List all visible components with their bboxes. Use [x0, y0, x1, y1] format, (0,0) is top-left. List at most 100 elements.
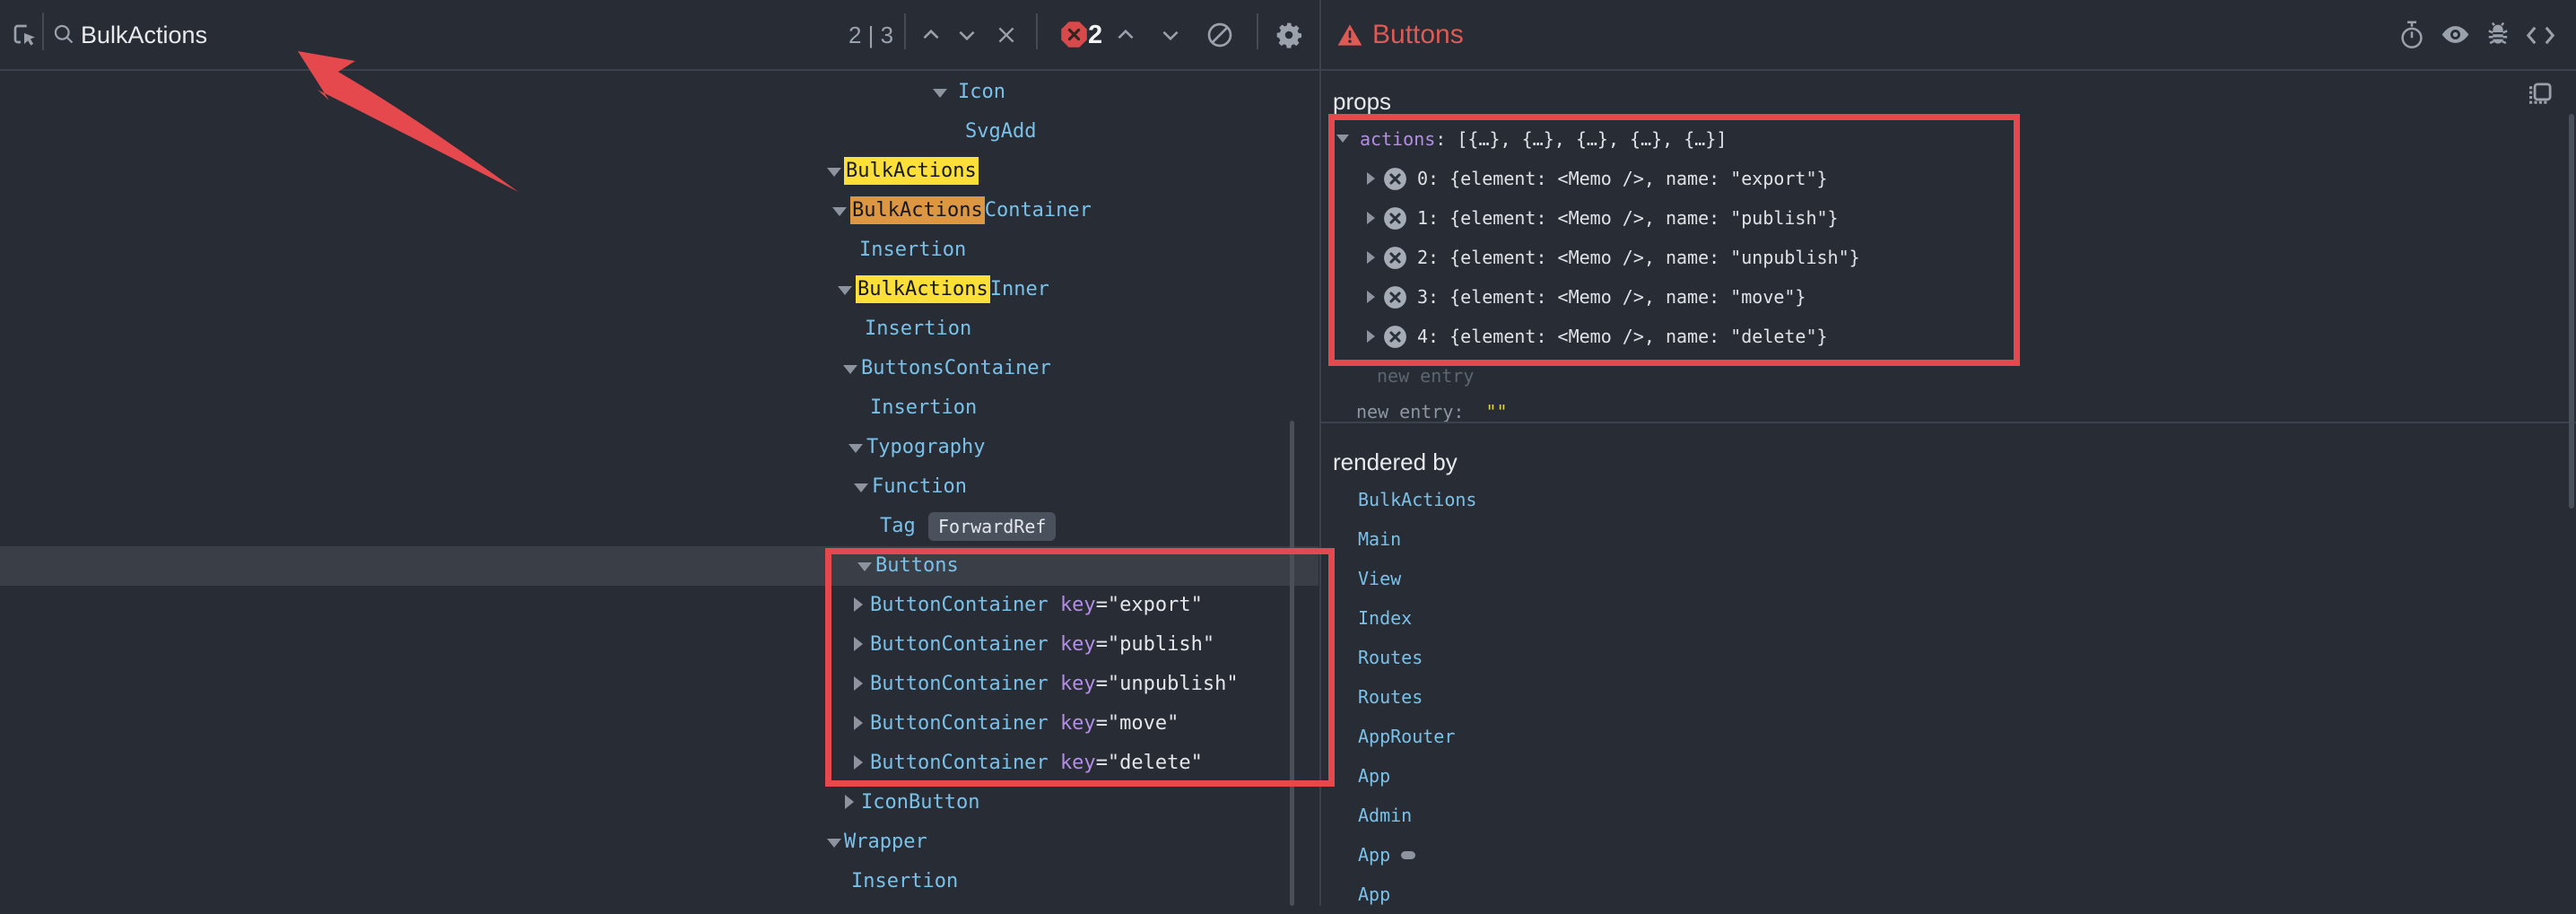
toolbar-divider [1257, 13, 1258, 49]
prop-item-value: 1: {element: <Memo />, name: "publish"} [1417, 198, 1839, 238]
rendered-by-item[interactable]: Index [0, 598, 1256, 638]
component-name[interactable]: Insertion [870, 388, 977, 428]
next-result-button[interactable] [953, 22, 980, 48]
prop-array-item[interactable]: 4: {element: <Memo />, name: "delete"} [1320, 317, 2576, 356]
tree-row[interactable]: Insertion [0, 309, 1318, 349]
previous-error-button[interactable] [1112, 22, 1139, 48]
rendered-by-item[interactable]: Main [0, 519, 1256, 559]
delete-entry-icon[interactable] [1383, 325, 1407, 349]
next-error-button[interactable] [1157, 22, 1184, 48]
component-name[interactable]: Insertion [865, 309, 971, 349]
component-name[interactable]: Typography [866, 428, 985, 467]
chevron-right-icon[interactable] [1367, 330, 1375, 343]
settings-button[interactable] [1274, 20, 1304, 50]
view-source-button[interactable] [2524, 23, 2556, 47]
clear-errors-button[interactable] [1205, 20, 1235, 50]
new-entry-ghost: new entry [1377, 356, 1474, 396]
prop-array-item[interactable]: 1: {element: <Memo />, name: "publish"} [1320, 198, 2576, 238]
component-name[interactable]: SvgAdd [965, 112, 1036, 152]
prop-entry: actions: [{…}, {…}, {…}, {…}, {…}] [1360, 119, 1727, 159]
prop-array-item[interactable]: 3: {element: <Memo />, name: "move"} [1320, 277, 2576, 317]
chevron-down-icon[interactable] [832, 207, 847, 216]
component-name[interactable]: BulkActionsInner [856, 270, 1049, 309]
prop-preview: : [{…}, {…}, {…}, {…}, {…}] [1435, 128, 1727, 150]
delete-entry-icon[interactable] [1383, 246, 1407, 270]
delete-entry-icon[interactable] [1383, 167, 1407, 191]
rendered-by-item[interactable]: Admin [0, 796, 1256, 835]
chevron-right-icon[interactable] [1367, 172, 1375, 185]
prop-array-item[interactable]: 2: {element: <Memo />, name: "unpublish"… [1320, 238, 2576, 277]
new-entry-row[interactable]: new entry: "" [1320, 392, 2576, 431]
details-scrollbar[interactable] [2569, 114, 2574, 509]
toolbar: BulkActions 2 | 3 2 Butt [0, 0, 2576, 70]
owner-link[interactable]: App [1358, 875, 1390, 914]
owner-link[interactable]: Routes [1358, 677, 1423, 717]
previous-result-button[interactable] [918, 22, 944, 48]
component-name[interactable]: ButtonsContainer [861, 349, 1051, 388]
chevron-down-icon[interactable] [849, 444, 863, 453]
tree-row[interactable]: Insertion [0, 231, 1318, 270]
component-name[interactable]: BulkActions [844, 152, 979, 191]
chevron-right-icon[interactable] [1367, 291, 1375, 303]
tree-row[interactable]: BulkActionsInner [0, 270, 1318, 309]
new-entry-value[interactable]: "" [1486, 401, 1508, 422]
rendered-by-item[interactable]: View [0, 559, 1256, 598]
component-name[interactable]: Insertion [859, 231, 966, 270]
component-name[interactable]: BulkActionsContainer [850, 191, 1092, 231]
chevron-down-icon[interactable] [843, 365, 857, 374]
log-component-data-button[interactable] [2483, 18, 2513, 50]
prop-array-item[interactable]: 0: {element: <Memo />, name: "export"} [1320, 159, 2576, 198]
chevron-down-icon[interactable] [1336, 135, 1349, 143]
inspect-element-button[interactable] [9, 20, 39, 50]
rendered-by-item[interactable]: BulkActions [0, 480, 1256, 519]
tree-row[interactable]: Typography [0, 428, 1318, 467]
chevron-down-icon[interactable] [827, 168, 841, 177]
tree-row[interactable]: ButtonsContainer [0, 349, 1318, 388]
rendered-by-item[interactable]: App [0, 875, 1256, 914]
tree-row[interactable]: BulkActionsContainer [0, 191, 1318, 231]
tree-row[interactable]: BulkActions [0, 152, 1318, 191]
new-entry-field[interactable]: new entry: "" [1356, 392, 1508, 431]
rendered-by-item[interactable]: Routes [0, 638, 1256, 677]
owner-link[interactable]: App [1358, 756, 1390, 796]
error-count: 2 [1088, 0, 1102, 70]
owner-link[interactable]: App [1358, 835, 1390, 875]
owner-link[interactable]: View [1358, 559, 1401, 598]
error-octagon-icon [1060, 21, 1088, 48]
error-badge [1059, 20, 1088, 48]
owner-link[interactable]: Index [1358, 598, 1412, 638]
component-name[interactable]: Icon [958, 73, 1005, 112]
rendered-by-item[interactable]: AppRouter [0, 717, 1256, 756]
rendered-by-item[interactable]: Routes [0, 677, 1256, 717]
delete-entry-icon[interactable] [1383, 206, 1407, 231]
clear-search-button[interactable] [993, 22, 1020, 48]
chevron-down-icon[interactable] [838, 286, 852, 295]
rendered-by-item[interactable]: App [0, 835, 1256, 875]
prop-item-value: 3: {element: <Memo />, name: "move"} [1417, 277, 1806, 317]
search-input[interactable]: BulkActions [81, 0, 207, 70]
tree-row[interactable]: SvgAdd [0, 112, 1318, 152]
owner-link[interactable]: BulkActions [1358, 480, 1476, 519]
inspect-dom-button[interactable] [2439, 22, 2471, 47]
owner-link[interactable]: Routes [1358, 638, 1423, 677]
owner-link[interactable]: Main [1358, 519, 1401, 559]
owner-link[interactable]: Admin [1358, 796, 1412, 835]
profiler-timing-button[interactable] [2397, 18, 2427, 50]
tree-row[interactable]: Insertion [0, 388, 1318, 428]
error-warning-icon [1336, 22, 1363, 48]
rendered-by-item[interactable]: App [0, 756, 1256, 796]
tree-row[interactable]: Icon [0, 73, 1318, 112]
chevron-right-icon[interactable] [1367, 212, 1375, 224]
prop-item-value: 2: {element: <Memo />, name: "unpublish"… [1417, 238, 1860, 277]
prop-row-actions[interactable]: actions: [{…}, {…}, {…}, {…}, {…}] [1320, 119, 2576, 159]
delete-entry-icon[interactable] [1383, 285, 1407, 309]
inspect-icon [10, 21, 39, 49]
chevron-down-icon[interactable] [933, 89, 947, 98]
chevron-up-icon [1114, 23, 1137, 47]
copy-props-button[interactable] [2524, 79, 2554, 109]
chevron-down-icon [955, 23, 979, 47]
chevron-right-icon[interactable] [1367, 251, 1375, 264]
owner-link[interactable]: AppRouter [1358, 717, 1455, 756]
search-match-current: BulkActions [850, 196, 985, 224]
tree-scrollbar[interactable] [1290, 421, 1294, 906]
